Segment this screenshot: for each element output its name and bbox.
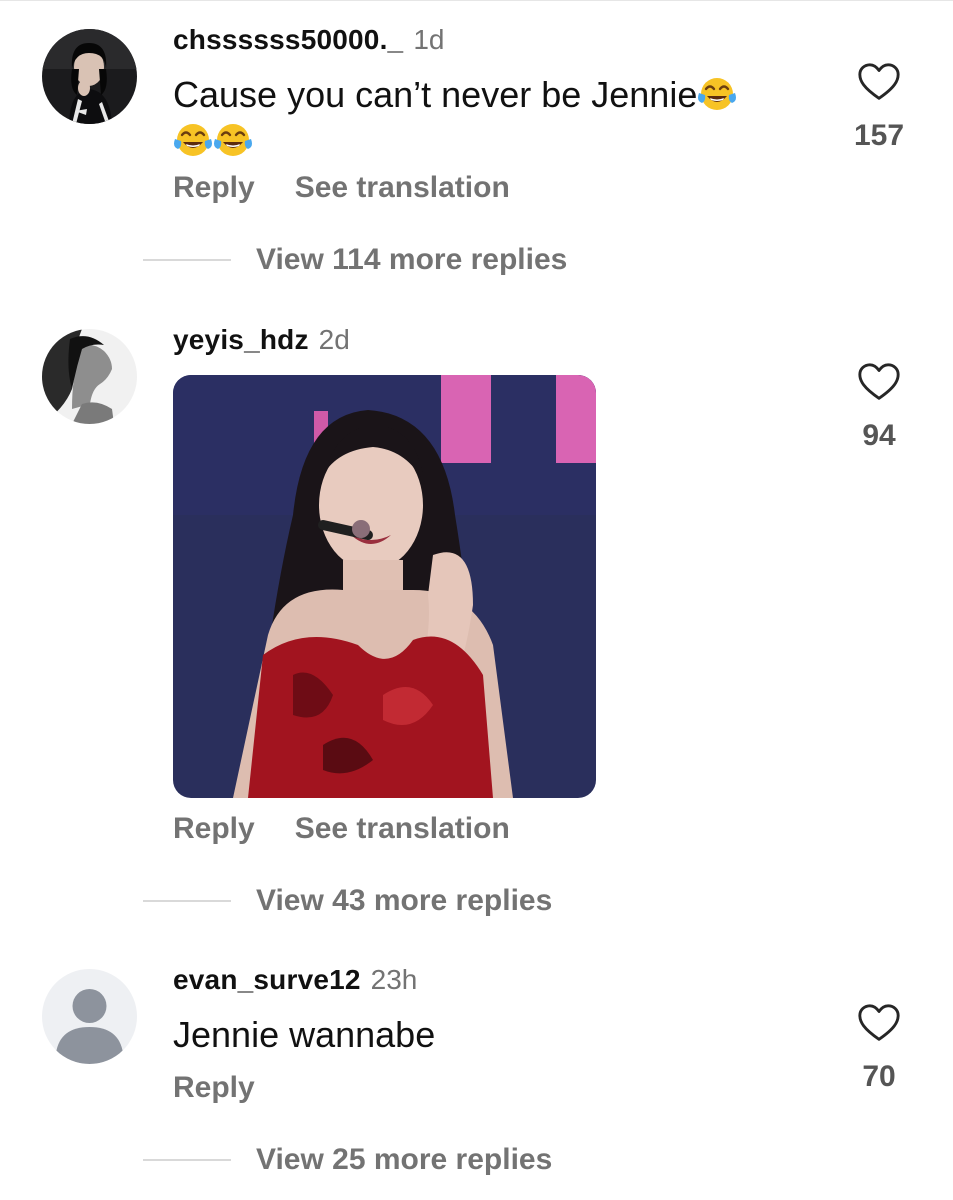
concert-photo-image xyxy=(173,375,596,798)
top-divider xyxy=(0,0,953,1)
replies-divider xyxy=(143,1159,231,1161)
comment-text: Cause you can’t never be Jennie xyxy=(173,72,813,164)
see-translation-button[interactable]: See translation xyxy=(295,812,510,845)
replies-divider xyxy=(143,900,231,902)
like-control[interactable]: 94 xyxy=(849,359,909,453)
comment-text-content: Cause you can’t never be Jennie xyxy=(173,74,698,115)
person-placeholder-icon xyxy=(42,969,137,1064)
comment-text: Jennie wannabe xyxy=(173,1012,435,1058)
like-control[interactable]: 70 xyxy=(849,1000,909,1094)
reply-button[interactable]: Reply xyxy=(173,812,255,845)
timestamp: 2d xyxy=(318,324,350,355)
reply-button[interactable]: Reply xyxy=(173,1071,255,1104)
comment-actions: Reply See translation xyxy=(173,171,510,205)
view-replies-label[interactable]: View 114 more replies xyxy=(256,243,567,277)
like-control[interactable]: 157 xyxy=(849,59,909,153)
timestamp: 1d xyxy=(413,24,445,55)
comment-text-content: Jennie wannabe xyxy=(173,1014,436,1055)
comment-header: chssssss50000._ 1d xyxy=(173,24,444,56)
avatar[interactable] xyxy=(42,329,137,424)
heart-outline-icon[interactable] xyxy=(856,359,902,405)
comment-actions: Reply See translation xyxy=(173,812,510,846)
like-count: 70 xyxy=(862,1060,896,1093)
view-replies-label[interactable]: View 43 more replies xyxy=(256,884,552,918)
heart-outline-icon[interactable] xyxy=(856,59,902,105)
see-translation-button[interactable]: See translation xyxy=(295,171,510,204)
username[interactable]: chssssss50000._ xyxy=(173,24,403,55)
username[interactable]: yeyis_hdz xyxy=(173,324,309,355)
timestamp: 23h xyxy=(370,964,418,995)
reply-button[interactable]: Reply xyxy=(173,171,255,204)
comment-header: yeyis_hdz 2d xyxy=(173,324,350,356)
username[interactable]: evan_surve12 xyxy=(173,964,361,995)
replies-divider xyxy=(143,259,231,261)
face-with-tears-of-joy-icon xyxy=(173,119,213,159)
view-replies[interactable]: View 43 more replies xyxy=(143,884,552,918)
face-with-tears-of-joy-icon xyxy=(697,73,737,113)
like-count: 94 xyxy=(862,419,896,452)
comment-photo[interactable] xyxy=(173,375,596,798)
view-replies[interactable]: View 114 more replies xyxy=(143,243,567,277)
avatar[interactable] xyxy=(42,969,137,1064)
like-count: 157 xyxy=(853,119,905,152)
comment-actions: Reply xyxy=(173,1071,255,1105)
view-replies[interactable]: View 25 more replies xyxy=(143,1143,552,1177)
avatar[interactable] xyxy=(42,29,137,124)
comment-header: evan_surve12 23h xyxy=(173,964,417,996)
heart-outline-icon[interactable] xyxy=(856,1000,902,1046)
face-with-tears-of-joy-icon xyxy=(213,119,253,159)
view-replies-label[interactable]: View 25 more replies xyxy=(256,1143,552,1177)
